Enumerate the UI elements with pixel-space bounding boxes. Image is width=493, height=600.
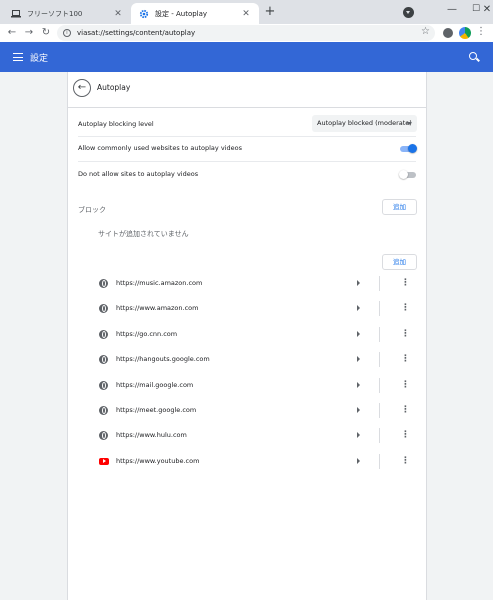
tab-freesoft100[interactable]: フリーソフト100 ✕	[3, 3, 131, 24]
more-actions-icon[interactable]: ⋮	[401, 379, 410, 392]
globe-icon	[99, 355, 108, 365]
browser-toolbar: ← → ↻ i viasat://settings/content/autopl…	[0, 24, 493, 42]
minimize-button[interactable]: —	[439, 0, 465, 18]
vertical-divider	[379, 326, 380, 342]
tab-close-icon[interactable]: ✕	[113, 9, 123, 19]
globe-icon	[99, 279, 108, 288]
globe-icon	[99, 431, 108, 441]
menu-icon[interactable]	[13, 53, 23, 61]
vertical-divider	[379, 453, 380, 469]
row-divider	[78, 136, 416, 137]
reload-icon[interactable]: ↻	[39, 26, 53, 40]
site-row[interactable]: https://mail.google.com ⋮	[68, 373, 426, 398]
more-actions-icon[interactable]: ⋮	[401, 353, 410, 366]
chevron-right-icon[interactable]	[357, 432, 360, 439]
gear-icon	[139, 9, 149, 19]
close-window-button[interactable]: ✕	[481, 0, 493, 18]
chevron-right-icon[interactable]	[357, 457, 360, 464]
back-arrow-icon[interactable]: ←	[5, 26, 19, 40]
site-row[interactable]: https://meet.google.com ⋮	[68, 398, 426, 423]
tab-close-icon[interactable]: ✕	[241, 9, 251, 19]
blocking-level-label: Autoplay blocking level	[78, 120, 154, 128]
site-row[interactable]: https://music.amazon.com ⋮	[68, 271, 426, 296]
tab-title: フリーソフト100	[27, 9, 83, 18]
site-row[interactable]: https://www.amazon.com ⋮	[68, 296, 426, 321]
vertical-divider	[379, 428, 380, 444]
browser-menu-icon[interactable]: ⋮	[476, 26, 486, 37]
info-icon[interactable]: i	[63, 29, 71, 37]
more-actions-icon[interactable]: ⋮	[401, 404, 410, 417]
do-not-allow-toggle[interactable]	[399, 170, 417, 179]
laptop-icon	[11, 9, 21, 19]
autoplay-settings-card: ← Autoplay Autoplay blocking level Autop…	[67, 72, 427, 600]
globe-icon	[99, 329, 108, 339]
block-add-button[interactable]: 追加	[382, 199, 417, 215]
page-title: Autoplay	[97, 83, 131, 92]
bookmark-star-icon[interactable]: ☆	[421, 26, 430, 37]
vertical-divider	[379, 276, 380, 291]
tab-settings-autoplay[interactable]: 設定 - Autoplay ✕	[131, 3, 259, 24]
site-row[interactable]: https://hangouts.google.com ⋮	[68, 347, 426, 372]
site-row[interactable]: https://go.cnn.com ⋮	[68, 322, 426, 347]
more-actions-icon[interactable]: ⋮	[401, 455, 410, 468]
youtube-icon	[99, 457, 109, 465]
chevron-right-icon[interactable]	[357, 407, 360, 413]
profile-icon[interactable]	[443, 28, 453, 38]
chevron-right-icon[interactable]	[357, 381, 360, 388]
settings-title: 設定	[30, 54, 49, 64]
new-tab-button[interactable]: +	[263, 5, 277, 19]
more-actions-icon[interactable]: ⋮	[401, 328, 410, 341]
vertical-divider	[379, 352, 380, 368]
site-url: https://meet.google.com	[116, 406, 197, 414]
vertical-divider	[379, 301, 380, 317]
chevron-right-icon[interactable]	[357, 356, 360, 363]
settings-header: 設定	[0, 42, 493, 72]
header-divider	[68, 107, 426, 108]
address-bar[interactable]: i viasat://settings/content/autoplay	[57, 25, 435, 41]
site-url: https://www.amazon.com	[116, 304, 199, 313]
url-text: viasat://settings/content/autoplay	[77, 29, 196, 37]
vertical-divider	[379, 377, 380, 393]
forward-arrow-icon[interactable]: →	[22, 26, 36, 40]
do-not-allow-label: Do not allow sites to autoplay videos	[78, 170, 199, 178]
tab-title: 設定 - Autoplay	[155, 9, 208, 18]
tab-search-icon[interactable]	[403, 7, 414, 18]
chevron-right-icon[interactable]	[357, 330, 360, 337]
tab-strip: フリーソフト100 ✕ 設定 - Autoplay ✕ + — ☐ ✕	[0, 0, 493, 24]
site-url: https://music.amazon.com	[116, 279, 203, 287]
chevron-down-icon	[406, 122, 412, 125]
more-actions-icon[interactable]: ⋮	[401, 277, 410, 290]
globe-icon	[99, 304, 108, 314]
site-row[interactable]: https://www.hulu.com ⋮	[68, 423, 426, 448]
allow-add-button[interactable]: 追加	[382, 254, 417, 270]
extension-icon[interactable]	[459, 27, 471, 39]
site-url: https://mail.google.com	[116, 380, 194, 389]
allow-common-sites-label: Allow commonly used websites to autoplay…	[78, 144, 242, 152]
globe-icon	[99, 406, 108, 415]
globe-icon	[99, 380, 108, 390]
block-empty-message: サイトが追加されていません	[98, 230, 189, 238]
search-icon[interactable]	[469, 52, 477, 60]
more-actions-icon[interactable]: ⋮	[401, 302, 410, 315]
allow-common-sites-toggle[interactable]	[399, 144, 417, 153]
site-url: https://hangouts.google.com	[116, 355, 210, 364]
more-actions-icon[interactable]: ⋮	[401, 429, 410, 442]
site-url: https://go.cnn.com	[116, 329, 178, 338]
row-divider	[78, 161, 416, 162]
chevron-right-icon[interactable]	[357, 305, 360, 312]
block-section-label: ブロック	[78, 206, 106, 214]
vertical-divider	[379, 403, 380, 418]
site-row[interactable]: https://www.youtube.com ⋮	[68, 449, 426, 474]
site-url: https://www.hulu.com	[116, 431, 187, 440]
chevron-right-icon[interactable]	[357, 280, 360, 286]
back-button[interactable]: ←	[73, 79, 91, 97]
site-url: https://www.youtube.com	[116, 456, 200, 465]
blocking-level-select[interactable]: Autoplay blocked (moderate)	[312, 115, 417, 132]
blocking-level-value: Autoplay blocked (moderate)	[317, 119, 412, 127]
